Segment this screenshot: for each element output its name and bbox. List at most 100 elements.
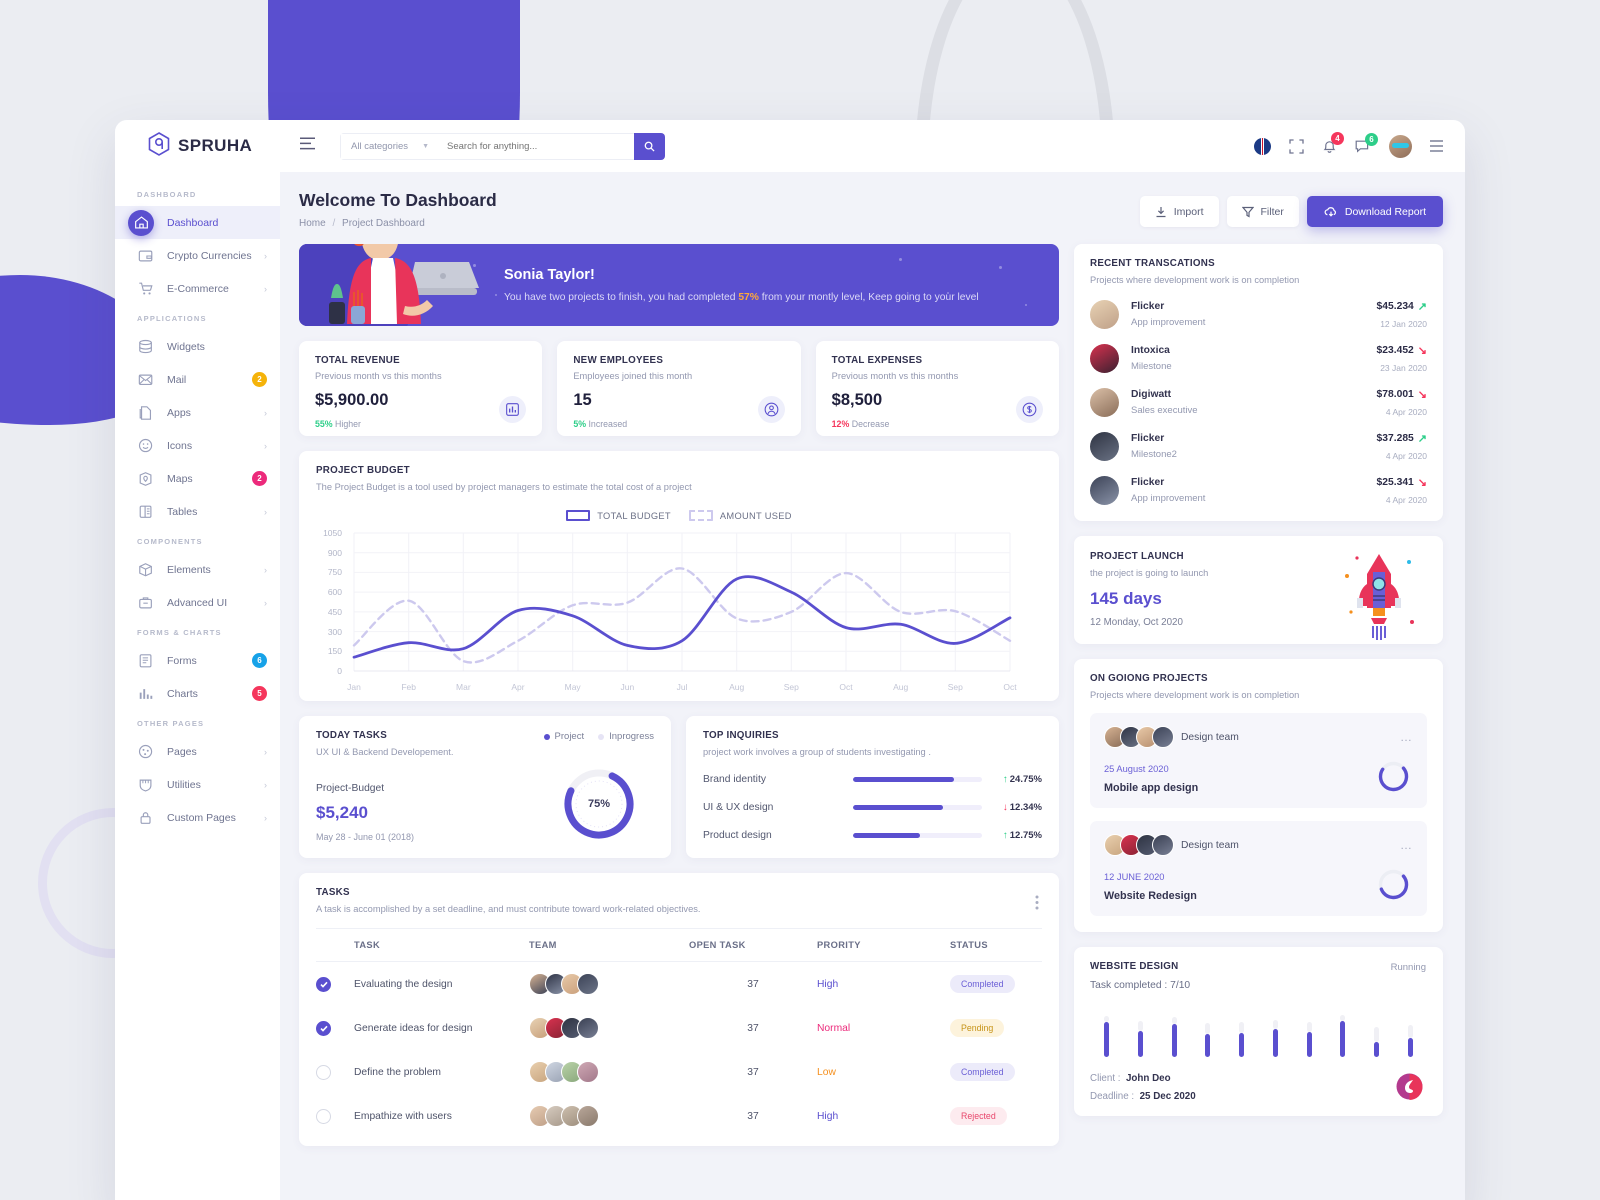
avatar xyxy=(577,973,599,995)
brand-name: SPRUHA xyxy=(178,136,253,155)
chart-x-tick: Aug xyxy=(729,682,745,692)
import-button-label: Import xyxy=(1173,205,1204,218)
chart-y-tick: 750 xyxy=(327,567,342,578)
avatar xyxy=(1090,300,1119,329)
rocket-illustration xyxy=(1345,554,1414,640)
sidebar-item-crypto-currencies[interactable]: Crypto Currencies › xyxy=(115,239,280,272)
category-select[interactable]: All categories ▼ xyxy=(340,132,437,160)
project-date: 25 August 2020 xyxy=(1104,764,1169,774)
sidebar-item-advanced-ui[interactable]: Advanced UI › xyxy=(115,586,280,619)
messages-button[interactable]: 6 xyxy=(1355,132,1378,154)
fullscreen-button[interactable] xyxy=(1289,138,1304,154)
deadline-value: 25 Dec 2020 xyxy=(1139,1091,1196,1102)
task-checkbox[interactable] xyxy=(316,1020,331,1036)
more-options-icon[interactable]: … xyxy=(1400,838,1413,852)
task-checkbox[interactable] xyxy=(316,976,331,992)
stat-title: TOTAL REVENUE xyxy=(315,355,400,366)
table-row[interactable]: Generate ideas for design 37 Normal Pending xyxy=(316,1006,1042,1050)
sidebar-item-mail[interactable]: Mail 2 xyxy=(115,363,280,396)
sidebar-item-custom-pages[interactable]: Custom Pages › xyxy=(115,801,280,834)
sidebar-item-apps[interactable]: Apps › xyxy=(115,396,280,429)
sidebar-item-tables[interactable]: Tables › xyxy=(115,495,280,528)
inquiry-row: UI & UX design ↓ 12.34% xyxy=(703,802,1042,813)
transaction-row[interactable]: Digiwatt Sales executive $78.001 ↘ 4 Apr 202… xyxy=(1090,388,1427,417)
open-task-count: 37 xyxy=(747,1110,759,1122)
ongoing-project-item[interactable]: Design team … 12 JUNE 2020 Website Redesign xyxy=(1090,821,1427,916)
sidebar-item-label: Maps xyxy=(167,472,193,485)
sidebar-item-icon xyxy=(137,594,154,611)
sidebar-item-dashboard[interactable]: Dashboard xyxy=(115,206,280,239)
transaction-row[interactable]: Flicker App improvement $25.341 ↘ 4 Apr 2020 xyxy=(1090,476,1427,505)
box-icon xyxy=(138,562,152,576)
stat-subtitle: Previous month vs this months xyxy=(831,371,959,381)
breadcrumb-home[interactable]: Home xyxy=(299,218,326,229)
tasks-card: TASKS A task is accomplished by a set de… xyxy=(299,873,1059,1146)
legend-label: Inprogress xyxy=(609,731,654,742)
hamburger-menu-icon[interactable] xyxy=(300,137,315,155)
wallet-icon xyxy=(138,250,152,261)
transaction-amount: $23.452 ↘ xyxy=(1376,345,1427,357)
transaction-row[interactable]: Flicker App improvement $45.234 ↗ 12 Jan 202… xyxy=(1090,300,1427,329)
sidebar-item-utilities[interactable]: Utilities › xyxy=(115,768,280,801)
sidebar-item-label: Utilities xyxy=(167,778,201,791)
brand-logo-area[interactable]: SPRUHA xyxy=(115,131,280,161)
transaction-amount: $25.341 ↘ xyxy=(1376,477,1427,489)
sidebar-item-widgets[interactable]: Widgets xyxy=(115,330,280,363)
today-tasks-legend-item[interactable]: Inprogress xyxy=(598,731,654,742)
download-report-button[interactable]: Download Report xyxy=(1306,196,1443,227)
today-tasks-legend-item[interactable]: Project xyxy=(543,731,584,742)
website-design-bar xyxy=(1225,1007,1259,1057)
table-row[interactable]: Empathize with users 37 High Rejected xyxy=(316,1094,1042,1138)
sidebar-item-icons[interactable]: Icons › xyxy=(115,429,280,462)
sidebar-item-elements[interactable]: Elements › xyxy=(115,553,280,586)
language-flag-button[interactable] xyxy=(1254,137,1271,155)
sidebar-item-icon xyxy=(137,561,154,578)
website-design-bar xyxy=(1157,1007,1191,1057)
more-options-icon[interactable] xyxy=(1430,140,1443,152)
transaction-name: Flicker xyxy=(1131,433,1165,444)
open-task-count: 37 xyxy=(747,1022,759,1034)
task-priority: Low xyxy=(817,1066,836,1078)
task-priority: High xyxy=(817,978,839,990)
sidebar-item-label: Mail xyxy=(167,373,187,386)
message-badge: 6 xyxy=(1365,132,1378,146)
transaction-row[interactable]: Intoxica Milestone $23.452 ↘ 23 Jan 2020 xyxy=(1090,344,1427,373)
page-action-buttons: Import Filter Download Report xyxy=(1139,190,1443,227)
user-avatar-button[interactable] xyxy=(1389,134,1412,158)
legend-amount-used[interactable]: AMOUNT USED xyxy=(688,510,792,521)
sidebar-item-icon xyxy=(137,685,154,702)
sidebar-item-charts[interactable]: Charts 5 xyxy=(115,677,280,710)
sidebar-item-forms[interactable]: Forms 6 xyxy=(115,644,280,677)
table-icon xyxy=(139,505,151,518)
sidebar-group-label: OTHER PAGES xyxy=(137,719,205,728)
chevron-right-icon: › xyxy=(264,250,267,261)
more-options-icon[interactable]: … xyxy=(1400,730,1413,744)
sidebar-item-icon xyxy=(137,743,154,760)
legend-total-budget[interactable]: TOTAL BUDGET xyxy=(566,510,671,521)
table-row[interactable]: Define the problem 37 Low Completed xyxy=(316,1050,1042,1094)
team-avatars xyxy=(529,1061,689,1083)
chevron-right-icon: › xyxy=(264,440,267,451)
trend-arrow-icon: ↑ xyxy=(1002,774,1008,785)
import-button[interactable]: Import xyxy=(1139,196,1219,227)
sidebar-item-maps[interactable]: Maps 2 xyxy=(115,462,280,495)
vertical-dots-icon[interactable] xyxy=(1035,895,1039,915)
banner-text-before: You have two projects to finish, you had… xyxy=(504,292,739,303)
search-input[interactable] xyxy=(437,132,634,160)
ongoing-project-item[interactable]: Design team … 25 August 2020 Mobile app des… xyxy=(1090,713,1427,808)
task-checkbox[interactable] xyxy=(316,1064,331,1080)
transaction-row[interactable]: Flicker Milestone2 $37.285 ↗ 4 Apr 2020 xyxy=(1090,432,1427,461)
sidebar-group-label: FORMS & CHARTS xyxy=(137,628,222,637)
stat-icon-badge xyxy=(757,396,785,423)
filter-button[interactable]: Filter xyxy=(1226,196,1299,227)
table-row[interactable]: Evaluating the design 37 High Completed xyxy=(316,962,1042,1007)
notifications-button[interactable]: 4 xyxy=(1322,132,1344,154)
search-button[interactable] xyxy=(634,132,665,160)
top-navbar: SPRUHA All categories ▼ Search for anyth… xyxy=(115,120,1465,172)
search-bar: All categories ▼ xyxy=(340,132,665,160)
chart-x-tick: Apr xyxy=(511,682,525,692)
sidebar-item-e-commerce[interactable]: E-Commerce › xyxy=(115,272,280,305)
sidebar-item-pages[interactable]: Pages › xyxy=(115,735,280,768)
task-checkbox[interactable] xyxy=(316,1108,331,1124)
website-design-bar xyxy=(1259,1007,1293,1057)
